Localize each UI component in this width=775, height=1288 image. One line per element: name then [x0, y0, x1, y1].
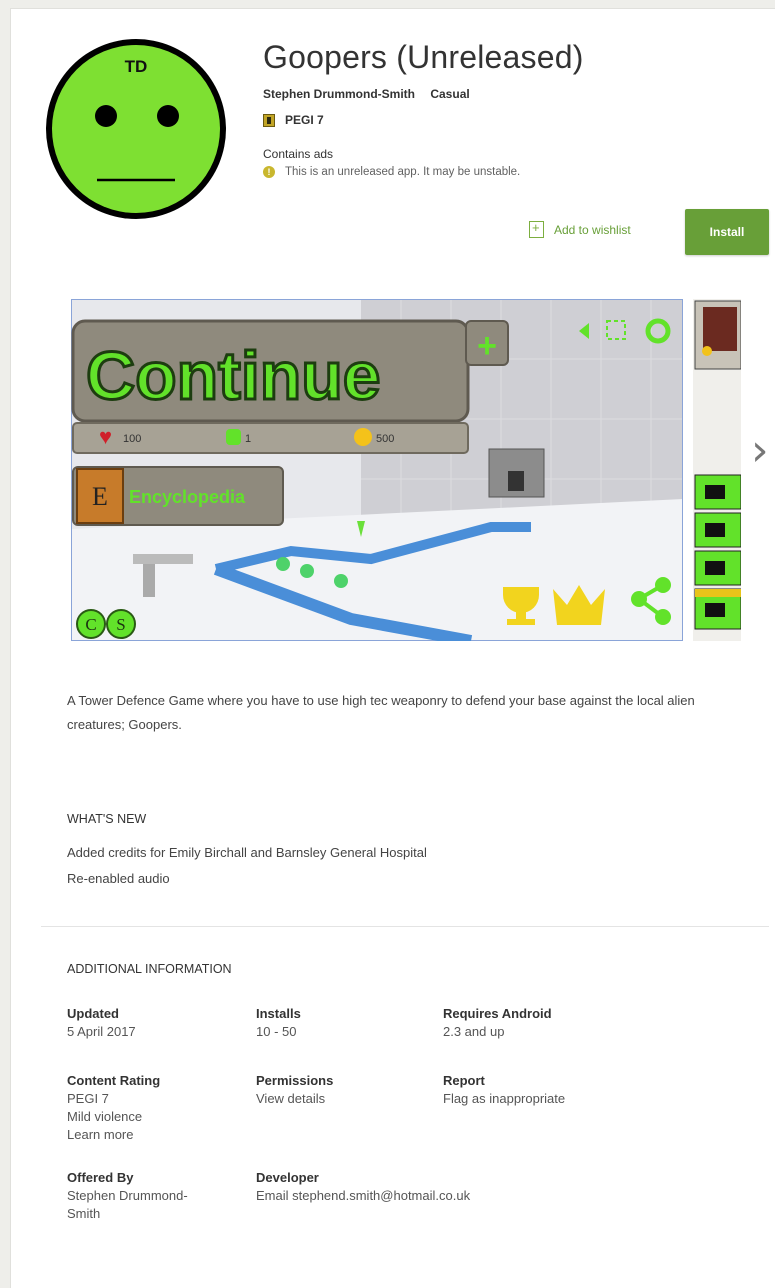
info-label: Installs — [256, 1006, 301, 1021]
info-detail: Mild violence — [67, 1109, 143, 1124]
encyclopedia-letter: E — [92, 482, 108, 511]
view-details-link[interactable]: View details — [256, 1090, 333, 1108]
info-value: 10 - 50 — [256, 1024, 297, 1039]
chevron-right-icon[interactable]: › — [751, 429, 769, 473]
rating-badge-label: PEGI 7 — [285, 113, 324, 127]
app-description: A Tower Defence Game where you have to u… — [67, 693, 695, 732]
info-label: Report — [443, 1073, 485, 1088]
info-value: 2.3 and up — [443, 1024, 505, 1039]
info-icon: ! — [263, 166, 275, 178]
screenshot-2[interactable] — [693, 299, 741, 641]
info-label: Developer — [256, 1170, 319, 1185]
continue-label: Continue — [86, 338, 381, 414]
coins-count: 500 — [376, 433, 394, 445]
info-label: Offered By — [67, 1170, 134, 1185]
info-label: Requires Android — [443, 1006, 552, 1021]
app-title: Goopers (Unreleased) — [263, 39, 584, 75]
whats-new-line: Re-enabled audio — [67, 871, 170, 886]
info-developer: Developer Email stephend.smith@hotmail.c… — [256, 1169, 470, 1205]
content-rating-row: PEGI 7 — [263, 113, 324, 127]
plus-label: + — [477, 327, 497, 365]
info-requires-android: Requires Android 2.3 and up — [443, 1005, 552, 1041]
developer-link[interactable]: Stephen Drummond-Smith — [263, 87, 415, 101]
install-button[interactable]: Install — [685, 209, 769, 255]
add-to-wishlist-button[interactable]: Add to wishlist — [529, 220, 631, 238]
info-value: Stephen Drummond- — [67, 1188, 188, 1203]
info-value: Smith — [67, 1206, 101, 1221]
app-icon: TD — [46, 39, 226, 219]
flag-inappropriate-link[interactable]: Flag as inappropriate — [443, 1090, 565, 1108]
learn-more-link[interactable]: Learn more — [67, 1126, 160, 1144]
c-button-label: C — [85, 615, 96, 634]
info-value: 5 April 2017 — [67, 1024, 136, 1039]
info-label: Permissions — [256, 1073, 334, 1088]
app-icon-text: TD — [125, 57, 148, 76]
additional-info-heading: ADDITIONAL INFORMATION — [67, 962, 232, 976]
developer-email-link[interactable]: Email stephend.smith@hotmail.co.uk — [256, 1187, 470, 1205]
info-label: Content Rating — [67, 1073, 161, 1088]
whats-new-heading: WHAT'S NEW — [67, 812, 147, 826]
svg-text:♥: ♥ — [99, 424, 112, 449]
s-button-label: S — [116, 615, 125, 634]
contains-ads-label: Contains ads — [263, 147, 334, 161]
info-updated: Updated 5 April 2017 — [67, 1005, 136, 1041]
goopers-count: 1 — [245, 433, 251, 445]
hearts-count: 100 — [123, 433, 141, 445]
info-value: PEGI 7 — [67, 1091, 109, 1106]
warning-text: This is an unreleased app. It may be uns… — [285, 166, 521, 178]
screenshot-1[interactable]: Continue + ♥ 100 1 500 E Encyclopedia C — [71, 299, 683, 641]
info-offered-by: Offered By Stephen Drummond- Smith — [67, 1169, 188, 1223]
section-divider — [41, 926, 769, 927]
whats-new-line: Added credits for Emily Birchall and Bar… — [67, 845, 427, 860]
encyclopedia-label: Encyclopedia — [129, 487, 246, 507]
pegi-icon — [263, 113, 275, 127]
info-content-rating: Content Rating PEGI 7 Mild violence Lear… — [67, 1072, 160, 1144]
info-installs: Installs 10 - 50 — [256, 1005, 301, 1041]
wishlist-label: Add to wishlist — [554, 222, 631, 237]
category-link[interactable]: Casual — [430, 87, 469, 101]
app-details-card: TD Goopers (Unreleased) Stephen Drummond… — [10, 8, 775, 1288]
developer-row: Stephen Drummond-Smith Casual — [263, 87, 470, 101]
bookmark-add-icon — [529, 220, 544, 238]
unreleased-warning: ! This is an unreleased app. It may be u… — [263, 166, 520, 178]
info-permissions: Permissions View details — [256, 1072, 333, 1108]
info-report: Report Flag as inappropriate — [443, 1072, 565, 1108]
info-label: Updated — [67, 1006, 119, 1021]
